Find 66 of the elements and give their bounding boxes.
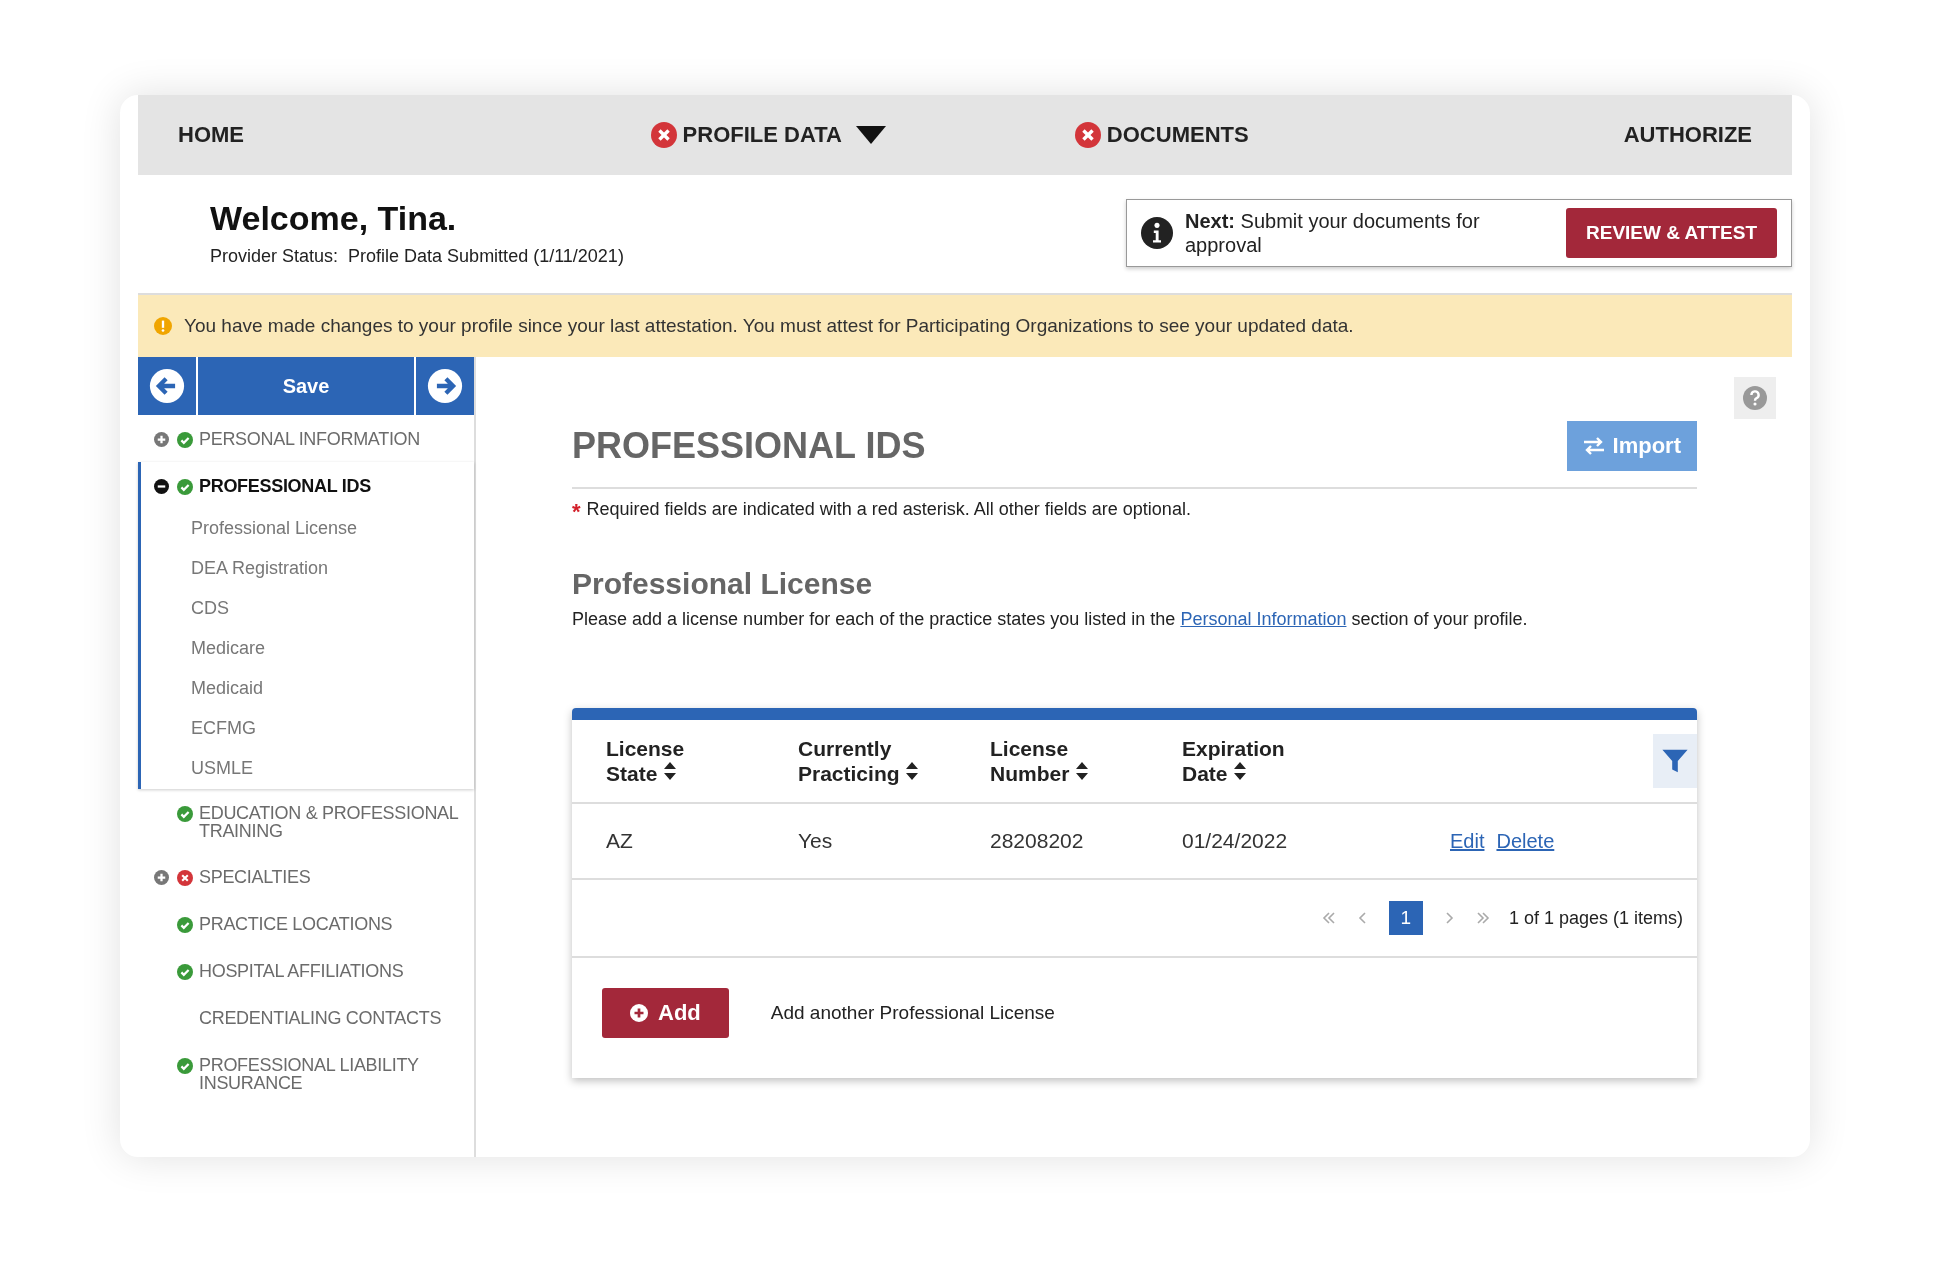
- sort-icon[interactable]: [663, 761, 678, 781]
- sidebar-item[interactable]: EDUCATION & PROFESSIONAL TRAINING: [199, 804, 468, 840]
- page-number[interactable]: 1: [1388, 901, 1423, 935]
- nav-item[interactable]: PROFILE DATA: [650, 122, 886, 148]
- add-note: Add another Professional License: [770, 1002, 1055, 1024]
- add-button[interactable]: Add: [602, 988, 729, 1038]
- sidebar-item[interactable]: CREDENTIALING CONTACTS: [199, 1009, 468, 1027]
- save-button[interactable]: Save: [198, 357, 414, 415]
- info-icon: [1141, 217, 1173, 249]
- back-button[interactable]: [138, 357, 196, 415]
- sidebar-subitem[interactable]: CDS: [141, 589, 474, 629]
- column-header[interactable]: License State: [606, 735, 798, 787]
- filter-icon: [1661, 747, 1689, 775]
- warning-text: You have made changes to your profile since your last attestation. You must attest for Participating Organizations to see your updated data.: [184, 315, 1354, 337]
- collapse-icon[interactable]: [153, 479, 169, 494]
- error-icon: [650, 122, 677, 148]
- sidebar-item[interactable]: HOSPITAL AFFILIATIONS: [199, 962, 468, 980]
- caret-icon: [855, 126, 886, 144]
- sort-icon[interactable]: [1075, 761, 1090, 781]
- provider-status: Provider Status: Profile Data Submitted (1/11/2021): [210, 246, 624, 267]
- sort-icon[interactable]: [1233, 761, 1248, 781]
- column-header[interactable]: Expiration Date: [1182, 735, 1450, 787]
- sort-icon[interactable]: [905, 761, 920, 781]
- sidebar-subitem[interactable]: USMLE: [141, 749, 474, 789]
- table-cell-text: Yes: [798, 829, 834, 853]
- section-title: Professional License: [572, 567, 874, 601]
- arrow-right-icon: [427, 368, 463, 404]
- sidebar-item[interactable]: PERSONAL INFORMATION: [199, 430, 468, 448]
- column-header[interactable]: License Number: [990, 735, 1182, 787]
- plus-icon: [630, 1004, 648, 1022]
- edit-link[interactable]: Edit: [1450, 829, 1485, 852]
- review-attest-button[interactable]: REVIEW & ATTEST: [1566, 208, 1777, 258]
- sidebar-item[interactable]: PROFESSIONAL LIABILITY INSURANCE: [199, 1056, 468, 1092]
- expand-icon[interactable]: [153, 432, 169, 447]
- help-icon: [1743, 386, 1767, 410]
- filter-button[interactable]: [1653, 734, 1697, 788]
- required-asterisk: *: [572, 499, 581, 525]
- sidebar-item[interactable]: PRACTICE LOCATIONS: [199, 915, 468, 933]
- expand-icon[interactable]: [153, 870, 169, 885]
- required-note: Required fields are indicated with a red asterisk. All other fields are optional.: [586, 499, 1191, 521]
- sidebar-item[interactable]: SPECIALTIES: [199, 868, 468, 886]
- warning-icon: [154, 317, 172, 335]
- arrow-left-icon: [149, 368, 185, 404]
- personal-information-link[interactable]: Personal Information: [1180, 609, 1347, 629]
- sidebar-subitem[interactable]: ECFMG: [141, 709, 474, 749]
- nav-item[interactable]: AUTHORIZE: [1623, 122, 1752, 148]
- page-title: PROFESSIONAL IDS: [572, 425, 926, 467]
- section-note: Please add a license number for each of the practice states you listed in the Personal Information section of your profile.: [572, 609, 1529, 630]
- table-cell-text: 01/24/2022: [1182, 829, 1289, 853]
- sidebar-subitem[interactable]: Medicare: [141, 629, 474, 669]
- next-button[interactable]: [416, 357, 474, 415]
- nav-item[interactable]: HOME: [178, 122, 244, 148]
- error-icon: [1074, 122, 1101, 148]
- delete-link[interactable]: Delete: [1496, 829, 1555, 852]
- sidebar-item[interactable]: PROFESSIONAL IDS: [199, 477, 468, 495]
- swap-icon: [1582, 437, 1605, 455]
- sidebar-subitem[interactable]: Professional License: [141, 509, 474, 549]
- page-info: 1 of 1 pages (1 items): [1508, 907, 1683, 929]
- sidebar-subitem[interactable]: Medicaid: [141, 669, 474, 709]
- welcome-title: Welcome, Tina.: [210, 199, 458, 238]
- column-header[interactable]: Currently Practicing: [798, 735, 990, 787]
- table-cell-text: AZ: [606, 829, 634, 853]
- next-step-text: Next: Submit your documents for approval: [1185, 209, 1481, 257]
- table-cell-text: 28208202: [990, 829, 1085, 853]
- sidebar-subitem[interactable]: DEA Registration: [141, 549, 474, 589]
- nav-item[interactable]: DOCUMENTS: [1074, 122, 1249, 148]
